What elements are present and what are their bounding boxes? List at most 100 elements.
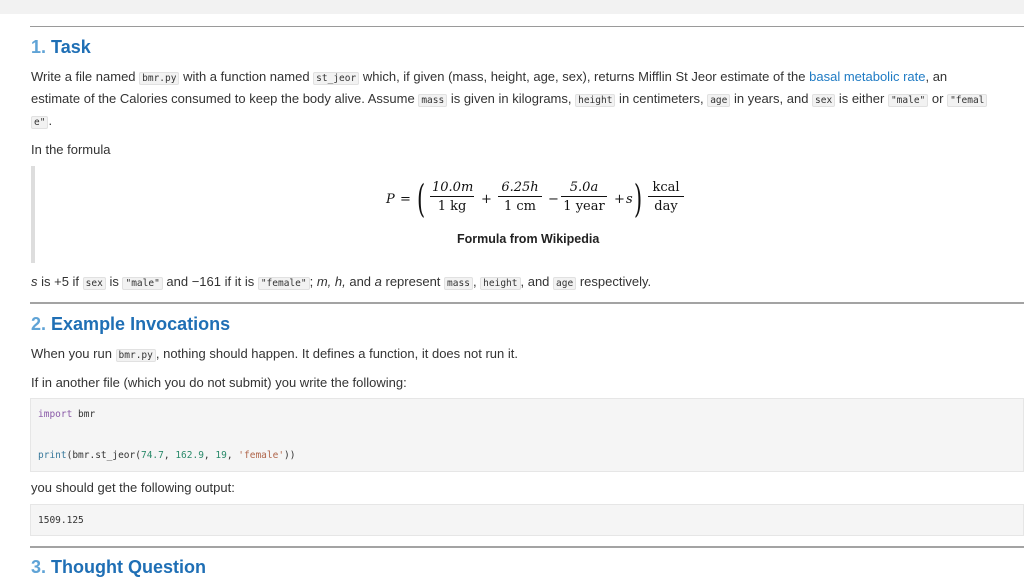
text: respectively. — [576, 274, 652, 289]
denominator: 1 cm — [503, 199, 536, 214]
plus-sign: + — [614, 192, 625, 207]
inline-code-height: height — [575, 94, 616, 107]
text: or — [928, 91, 948, 106]
output-block: 1509.125 — [30, 504, 1024, 536]
text: represent — [381, 274, 445, 289]
text: , an — [925, 69, 948, 84]
inline-code-female: "female" — [257, 277, 310, 290]
text: , nothing should happen. It defines a fu… — [155, 346, 518, 361]
text: ; — [309, 274, 317, 289]
section-heading-thought: 3. Thought Question — [31, 557, 206, 578]
inline-code-filename: bmr.py — [139, 72, 180, 85]
text: is given in kilograms, — [447, 91, 576, 106]
arg-age: 19 — [215, 450, 227, 461]
section-number: 2. — [31, 314, 47, 334]
text: , and — [520, 274, 554, 289]
separator: , — [163, 450, 176, 461]
inline-code-function: st_jeor — [313, 72, 360, 85]
text: which, if given (mass, height, age, sex)… — [359, 69, 810, 84]
fraction-units: kcal day — [648, 179, 684, 216]
left-paren: ( — [417, 177, 426, 221]
inline-code-male: "male" — [122, 277, 163, 290]
section-title: Thought Question — [51, 557, 206, 577]
section-number: 3. — [31, 557, 47, 577]
top-bar — [0, 0, 1024, 14]
formula-lhs: P — [386, 192, 395, 207]
section-title: Task — [51, 37, 91, 57]
vars-m-h: m, h, — [316, 274, 346, 289]
text: is +5 if — [37, 274, 83, 289]
examples-paragraph-1: When you run bmr.py, nothing should happ… — [31, 343, 518, 367]
examples-paragraph-3: you should get the following output: — [31, 480, 235, 495]
inline-code-mass: mass — [418, 94, 448, 107]
code-block: import bmr print(bmr.st_jeor(74.7, 162.9… — [30, 398, 1024, 472]
divider — [30, 302, 1024, 304]
inline-code-male: "male" — [887, 94, 929, 107]
output-value: 1509.125 — [38, 515, 84, 526]
fraction-height: 6.25h 1 cm — [498, 179, 542, 216]
plus-sign: + — [481, 192, 492, 207]
var-a: a — [374, 274, 382, 289]
text: in years, and — [730, 91, 813, 106]
inline-code-sex: sex — [812, 94, 836, 107]
text: . — [48, 113, 53, 128]
numerator: 5.0a — [561, 179, 607, 197]
denominator: 1 year — [563, 199, 605, 214]
separator: , — [203, 450, 216, 461]
formula-caption: Formula from Wikipedia — [457, 232, 600, 246]
numerator: kcal — [648, 179, 684, 197]
in-the-formula-text: In the formula — [31, 142, 111, 157]
arg-height: 162.9 — [175, 450, 204, 461]
denominator: 1 kg — [437, 199, 467, 214]
section-number: 1. — [31, 37, 47, 57]
fraction-age: 5.0a 1 year — [561, 179, 607, 216]
inline-code-female-part-2: e" — [31, 116, 49, 129]
section-title: Example Invocations — [51, 314, 231, 334]
examples-paragraph-2: If in another file (which you do not sub… — [31, 375, 407, 390]
inline-code-filename: bmr.py — [115, 349, 156, 362]
inline-code-female-part-1: "femal — [947, 94, 988, 107]
formula-s: s — [626, 192, 633, 207]
arg-mass: 74.7 — [140, 450, 164, 461]
inline-code-age: age — [553, 277, 577, 290]
minus-sign: − — [548, 192, 559, 207]
right-paren: ) — [634, 177, 643, 221]
numerator: 10.0m — [430, 180, 474, 197]
formula-explanation: s is +5 if sex is "male" and −161 if it … — [31, 271, 651, 295]
divider — [30, 26, 1024, 27]
call-open: (bmr.st_jeor( — [66, 450, 141, 461]
section-heading-task: 1. Task — [31, 37, 91, 58]
formula-equals: = — [400, 192, 411, 207]
inline-code-height: height — [480, 277, 521, 290]
numerator: 6.25h — [498, 179, 542, 197]
function-print: print — [38, 450, 67, 461]
module-name: bmr — [72, 409, 96, 420]
formula: P = ( 10.0m 1 kg + 6.25h 1 cm − 5.0a 1 y… — [380, 177, 690, 224]
inline-code-sex: sex — [82, 277, 106, 290]
separator: , — [226, 450, 239, 461]
bmr-link[interactable]: basal metabolic rate — [809, 69, 925, 84]
text: and −161 if it is — [162, 274, 258, 289]
text: estimate of the Calories consumed to kee… — [31, 91, 419, 106]
blockquote-bar — [31, 166, 35, 263]
inline-code-age: age — [707, 94, 731, 107]
text: and — [345, 274, 375, 289]
text: in centimeters, — [615, 91, 708, 106]
keyword-import: import — [38, 409, 73, 420]
code-line-import: import bmr — [38, 409, 95, 420]
call-close: )) — [284, 450, 296, 461]
arg-sex: 'female' — [238, 450, 285, 461]
text: When you run — [31, 346, 116, 361]
inline-code-mass: mass — [444, 277, 473, 290]
task-paragraph-line-3: e". — [31, 110, 52, 134]
text: with a function named — [179, 69, 314, 84]
denominator: day — [654, 199, 678, 214]
section-heading-examples: 2. Example Invocations — [31, 314, 230, 335]
task-paragraph-line-2: estimate of the Calories consumed to kee… — [31, 88, 988, 112]
fraction-mass: 10.0m 1 kg — [430, 179, 474, 216]
text: is — [105, 274, 123, 289]
text: is either — [835, 91, 888, 106]
task-paragraph-line-1: Write a file named bmr.py with a functio… — [31, 66, 947, 90]
divider — [30, 546, 1024, 548]
code-line-print: print(bmr.st_jeor(74.7, 162.9, 19, 'fema… — [38, 450, 296, 461]
